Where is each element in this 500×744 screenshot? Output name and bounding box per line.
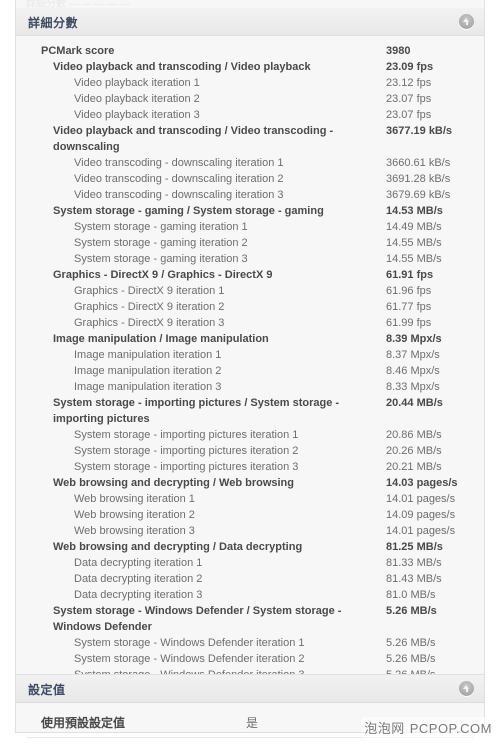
score-row-value: 61.91 fps [386, 269, 434, 281]
score-row: System storage - gaming / System storage… [16, 203, 484, 219]
score-row: System storage - importing pictures iter… [16, 427, 484, 443]
detail-scores-panel: 詳細分數 PCMark score 3980 Video playback and … [15, 8, 485, 690]
results-page: 詳細分數 — — — — — 詳細分數 PCMark score 3980 Vide… [0, 0, 500, 741]
score-row: Web browsing iteration 1 14.01 pages/s [16, 491, 484, 507]
watermark-cn: 泡泡网 [364, 721, 405, 736]
score-row: Image manipulation / Image manipulation 8… [16, 331, 484, 347]
score-row-value: 5.26 MB/s [386, 653, 436, 665]
watermark-en: PCPOP.COM [409, 721, 492, 736]
score-row-value: 14.01 pages/s [386, 525, 456, 537]
score-row: Data decrypting iteration 1 81.33 MB/s [16, 555, 484, 571]
score-row-value: 8.37 Mpx/s [386, 349, 440, 361]
score-row-value: 23.07 fps [386, 93, 432, 105]
detail-scores-panel-header[interactable]: 詳細分數 [16, 8, 484, 36]
score-row-value: 5.26 MB/s [386, 637, 436, 649]
score-row-value: 20.44 MB/s [386, 397, 443, 409]
score-row: Video playback and transcoding / Video t… [16, 123, 484, 155]
score-row-value: 81.25 MB/s [386, 541, 443, 553]
score-row: System storage - importing pictures / Sy… [16, 395, 484, 427]
score-row-value: 23.09 fps [386, 61, 434, 73]
detail-scores-panel-title: 詳細分數 [28, 16, 79, 30]
detail-scores-list: PCMark score 3980 Video playback and trans… [16, 36, 484, 689]
score-row-value: 8.33 Mpx/s [386, 381, 440, 393]
score-row: Image manipulation iteration 2 8.46 Mpx/s [16, 363, 484, 379]
score-row-value: 14.55 MB/s [386, 237, 442, 249]
score-row: Web browsing iteration 3 14.01 pages/s [16, 523, 484, 539]
score-row: System storage - gaming iteration 3 14.55… [16, 251, 484, 267]
score-row-value: 14.53 MB/s [386, 205, 443, 217]
score-row-value: 81.43 MB/s [386, 573, 442, 585]
score-row: Video playback and transcoding / Video p… [16, 59, 484, 75]
score-row-value: 14.55 MB/s [386, 253, 442, 265]
score-row-value: 23.12 fps [386, 77, 432, 89]
score-row-value: 3691.28 kB/s [386, 173, 451, 185]
setting-row-value: 是 [246, 716, 259, 730]
circle-up-arrow-icon[interactable] [459, 14, 474, 29]
setting-row-label: 使用預設設定值 [41, 716, 126, 730]
up-arrow-stem [465, 688, 468, 692]
circle-up-arrow-icon[interactable] [459, 681, 474, 696]
score-row: System storage - gaming iteration 1 14.49… [16, 219, 484, 235]
score-row: Graphics - DirectX 9 iteration 1 61.96 fp… [16, 283, 484, 299]
score-row: System storage - importing pictures iter… [16, 443, 484, 459]
score-row: Graphics - DirectX 9 / Graphics - Direct… [16, 267, 484, 283]
score-row: Video playback iteration 1 23.12 fps [16, 75, 484, 91]
score-row-value: 81.33 MB/s [386, 557, 442, 569]
score-row: Graphics - DirectX 9 iteration 2 61.77 fp… [16, 299, 484, 315]
score-row: Image manipulation iteration 1 8.37 Mpx/s [16, 347, 484, 363]
score-row: Video transcoding - downscaling iteratio… [16, 171, 484, 187]
score-row: PCMark score 3980 [16, 43, 484, 59]
score-row: Data decrypting iteration 2 81.43 MB/s [16, 571, 484, 587]
score-row-value: 20.21 MB/s [386, 461, 442, 473]
score-row-value: 3980 [386, 45, 411, 57]
score-row-value: 3677.19 kB/s [386, 125, 453, 137]
score-row: System storage - importing pictures iter… [16, 459, 484, 475]
score-row-value: 5.26 MB/s [386, 605, 437, 617]
score-row: Video playback iteration 3 23.07 fps [16, 107, 484, 123]
score-row-value: 3660.61 kB/s [386, 157, 451, 169]
score-row: System storage - Windows Defender iterat… [16, 635, 484, 651]
score-row-value: 20.26 MB/s [386, 445, 442, 457]
score-row: Web browsing and decrypting / Web browsi… [16, 475, 484, 491]
score-row-value: 14.03 pages/s [386, 477, 458, 489]
score-row-value: 20.86 MB/s [386, 429, 442, 441]
score-row: System storage - Windows Defender / Syst… [16, 603, 484, 635]
score-row: Video playback iteration 2 23.07 fps [16, 91, 484, 107]
score-row: Web browsing and decrypting / Data decry… [16, 539, 484, 555]
previous-panel-sliver-text: 詳細分數 — — — — — [26, 0, 130, 8]
score-row: System storage - Windows Defender iterat… [16, 651, 484, 667]
score-row-value: 61.99 fps [386, 317, 432, 329]
score-row-value: 14.49 MB/s [386, 221, 442, 233]
score-row-value: 61.77 fps [386, 301, 432, 313]
score-row-value: 23.07 fps [386, 109, 432, 121]
score-row-value: 14.09 pages/s [386, 509, 456, 521]
score-row-value: 14.01 pages/s [386, 493, 456, 505]
previous-panel-sliver: 詳細分數 — — — — — [15, 0, 485, 8]
score-row: Video transcoding - downscaling iteratio… [16, 155, 484, 171]
score-row-value: 8.46 Mpx/s [386, 365, 440, 377]
score-row-value: 61.96 fps [386, 285, 432, 297]
settings-panel-header[interactable]: 設定值 [16, 675, 484, 703]
score-row: Web browsing iteration 2 14.09 pages/s [16, 507, 484, 523]
score-row-value: 3679.69 kB/s [386, 189, 451, 201]
site-watermark: 泡泡网 PCPOP.COM [362, 717, 494, 738]
score-row: Image manipulation iteration 3 8.33 Mpx/s [16, 379, 484, 395]
score-row-value: 81.0 MB/s [386, 589, 436, 601]
score-row: Data decrypting iteration 3 81.0 MB/s [16, 587, 484, 603]
score-row: System storage - gaming iteration 2 14.55… [16, 235, 484, 251]
up-arrow-stem [465, 21, 468, 25]
score-row-value: 8.39 Mpx/s [386, 333, 442, 345]
settings-panel-title: 設定值 [28, 683, 66, 697]
score-row: Graphics - DirectX 9 iteration 3 61.99 fp… [16, 315, 484, 331]
score-row: Video transcoding - downscaling iteratio… [16, 187, 484, 203]
